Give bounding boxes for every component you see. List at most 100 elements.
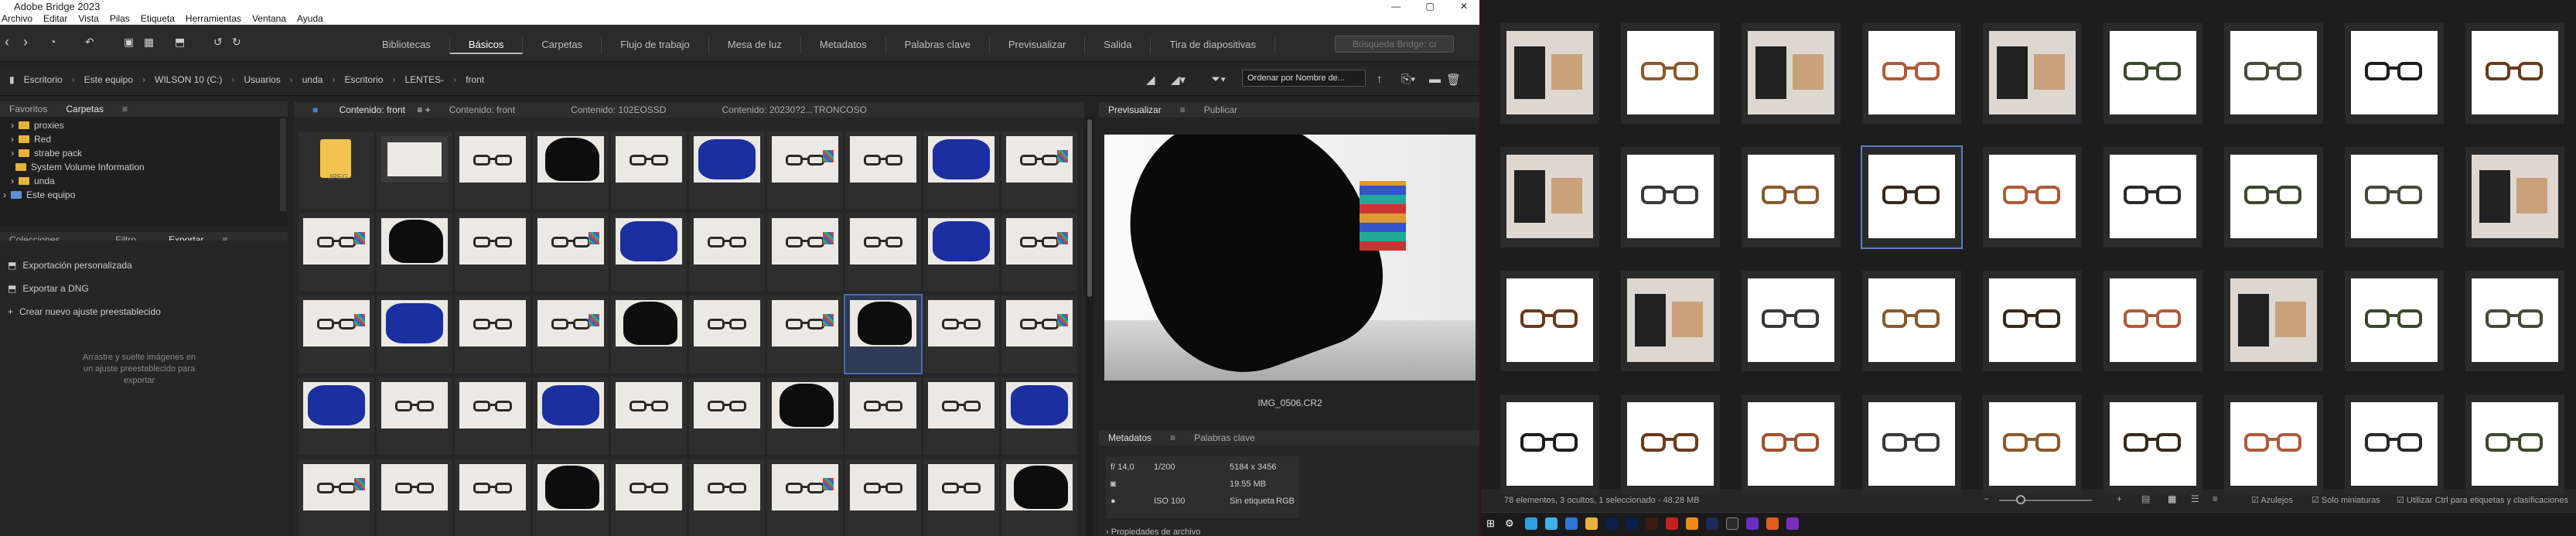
large-thumbnail-cell[interactable] <box>2345 147 2444 248</box>
thumbnail-cell[interactable] <box>923 459 999 536</box>
large-thumbnail-cell[interactable] <box>2224 23 2323 124</box>
ws-salida[interactable]: Salida <box>1085 37 1152 54</box>
rotate-right-icon[interactable]: ↻ <box>232 36 241 49</box>
export-custom[interactable]: ⬒ Exportación personalizada <box>8 260 132 271</box>
menu-ventana[interactable]: Ventana <box>252 13 286 24</box>
premiere-icon[interactable] <box>1706 517 1718 530</box>
crumb-front[interactable]: front <box>466 74 484 85</box>
thumbnail-cell[interactable] <box>1001 377 1077 455</box>
boomerang-icon[interactable]: ↶ <box>85 36 94 49</box>
search-input[interactable] <box>1335 36 1454 53</box>
thumbnail-cell[interactable] <box>455 295 531 373</box>
content-scrollbar[interactable] <box>1086 116 1094 536</box>
filter-icon[interactable]: ⏷▾ <box>1211 73 1226 86</box>
large-thumbnail-cell[interactable] <box>1500 23 1599 124</box>
delete-icon[interactable]: 🗑 <box>1446 73 1461 87</box>
file-properties-section[interactable]: › Propiedades de archivo <box>1106 527 1200 536</box>
menu-vista[interactable]: Vista <box>78 13 98 24</box>
large-thumbnail-cell[interactable] <box>1983 147 2082 248</box>
menu-editar[interactable]: Editar <box>43 13 67 24</box>
thumbnail-cell[interactable] <box>767 377 843 455</box>
thumbnail-cell[interactable] <box>611 213 687 291</box>
rotate-left-icon[interactable]: ↺ <box>213 36 223 49</box>
folder-red[interactable]: › Red <box>11 132 51 146</box>
thumbnail-cell[interactable] <box>689 213 765 291</box>
thumbnail-cell[interactable] <box>611 459 687 536</box>
menu-ayuda[interactable]: Ayuda <box>297 13 323 24</box>
large-thumbnail-cell[interactable] <box>2103 271 2202 371</box>
thumbnail-cell[interactable] <box>845 459 921 536</box>
thumbnail-cell[interactable] <box>611 377 687 455</box>
refine-icon[interactable]: ▦ <box>144 36 154 49</box>
lightroom-icon[interactable] <box>1626 517 1638 530</box>
thumbnail-cell[interactable] <box>533 295 609 373</box>
slider-handle[interactable] <box>2016 495 2025 504</box>
thumbnail-cell[interactable] <box>767 295 843 373</box>
option-azulejos[interactable]: ☑ Azulejos <box>2251 495 2293 505</box>
vlc-icon[interactable] <box>1686 517 1698 530</box>
rating-filter-icon[interactable]: ◢▾ <box>1171 73 1186 87</box>
thumbnail-cell[interactable] <box>611 295 687 373</box>
crumb-lentes[interactable]: LENTES- <box>404 74 444 85</box>
thumbnail-cell[interactable]: JPEG <box>299 131 374 209</box>
large-thumbnail-cell[interactable] <box>2224 394 2323 495</box>
content-tab-1[interactable]: ■ Contenido: front ≡ + <box>294 104 440 115</box>
large-thumbnail-cell[interactable] <box>1983 271 2082 371</box>
tab-metadatos[interactable]: Metadatos <box>1099 432 1161 443</box>
bridge-icon[interactable] <box>1726 517 1738 530</box>
back-icon[interactable]: ‹ <box>5 34 9 50</box>
thumbnail-cell[interactable] <box>1001 295 1077 373</box>
thumbnail-cell[interactable] <box>845 131 921 209</box>
close-button[interactable]: ✕ <box>1447 0 1481 12</box>
illustrator-icon[interactable] <box>1646 517 1658 530</box>
large-thumbnail-cell[interactable] <box>2224 147 2323 248</box>
tab-carpetas[interactable]: Carpetas <box>56 104 113 114</box>
large-thumbnail-cell[interactable] <box>2465 271 2564 371</box>
crumb-escritorio-2[interactable]: Escritorio <box>344 74 383 85</box>
view-thumbnails-icon[interactable]: ▦ <box>2168 493 2176 504</box>
app-icon-3[interactable] <box>1786 517 1799 530</box>
large-thumbnail-cell[interactable] <box>2103 394 2202 495</box>
thumbnail-cell[interactable] <box>689 131 765 209</box>
folder-unda[interactable]: › unda <box>11 174 55 188</box>
quality-icon[interactable]: ◢ <box>1146 73 1155 87</box>
sort-dropdown[interactable]: Ordenar por Nombre de... <box>1242 70 1366 87</box>
thumbnail-cell[interactable] <box>299 213 374 291</box>
crumb-unda[interactable]: unda <box>302 74 323 85</box>
photoshop-icon[interactable] <box>1605 517 1618 530</box>
thumbnail-cell[interactable] <box>923 377 999 455</box>
folder-system-volume[interactable]: System Volume Information <box>11 160 145 174</box>
folder-este-equipo[interactable]: › Este equipo <box>3 188 75 202</box>
large-thumbnail-cell[interactable] <box>2345 271 2444 371</box>
ws-mesa-luz[interactable]: Mesa de luz <box>709 37 801 54</box>
thumbnail-cell[interactable] <box>455 377 531 455</box>
recent-icon[interactable]: ◔ <box>49 36 56 48</box>
folder-proxies[interactable]: › proxies <box>11 118 64 132</box>
thumbnail-cell[interactable] <box>533 213 609 291</box>
forward-icon[interactable]: › <box>23 34 28 50</box>
menu-archivo[interactable]: Archivo <box>2 13 32 24</box>
thumbnail-cell[interactable] <box>923 295 999 373</box>
thumbnail-size-slider[interactable] <box>1999 500 2092 501</box>
large-thumbnail-cell[interactable] <box>2103 147 2202 248</box>
large-thumbnail-cell[interactable] <box>1500 271 1599 371</box>
thumbnail-cell[interactable] <box>923 213 999 291</box>
thumbnail-cell[interactable] <box>377 213 452 291</box>
thumbnail-cell[interactable] <box>689 459 765 536</box>
large-thumbnail-cell[interactable] <box>1500 147 1599 248</box>
folder-strabe-pack[interactable]: › strabe pack <box>11 146 82 160</box>
crumb-este-equipo[interactable]: Este equipo <box>84 74 133 85</box>
large-thumbnail-cell[interactable] <box>2465 394 2564 495</box>
large-thumbnail-cell[interactable] <box>1621 147 1720 248</box>
large-thumbnail-cell[interactable] <box>1983 394 2082 495</box>
thumbnail-cell[interactable] <box>845 213 921 291</box>
view-details-icon[interactable]: ☰ <box>2191 493 2199 504</box>
acrobat-icon[interactable] <box>1666 517 1678 530</box>
thumbnail-cell[interactable] <box>299 459 374 536</box>
thumbnail-cell[interactable] <box>299 377 374 455</box>
large-thumbnail-cell[interactable] <box>1742 23 1841 124</box>
crumb-usuarios[interactable]: Usuarios <box>244 74 280 85</box>
ws-bibliotecas[interactable]: Bibliotecas <box>363 37 450 54</box>
panel-menu-icon-4[interactable]: ≡ <box>1161 432 1185 443</box>
large-thumbnail-cell[interactable] <box>1621 394 1720 495</box>
